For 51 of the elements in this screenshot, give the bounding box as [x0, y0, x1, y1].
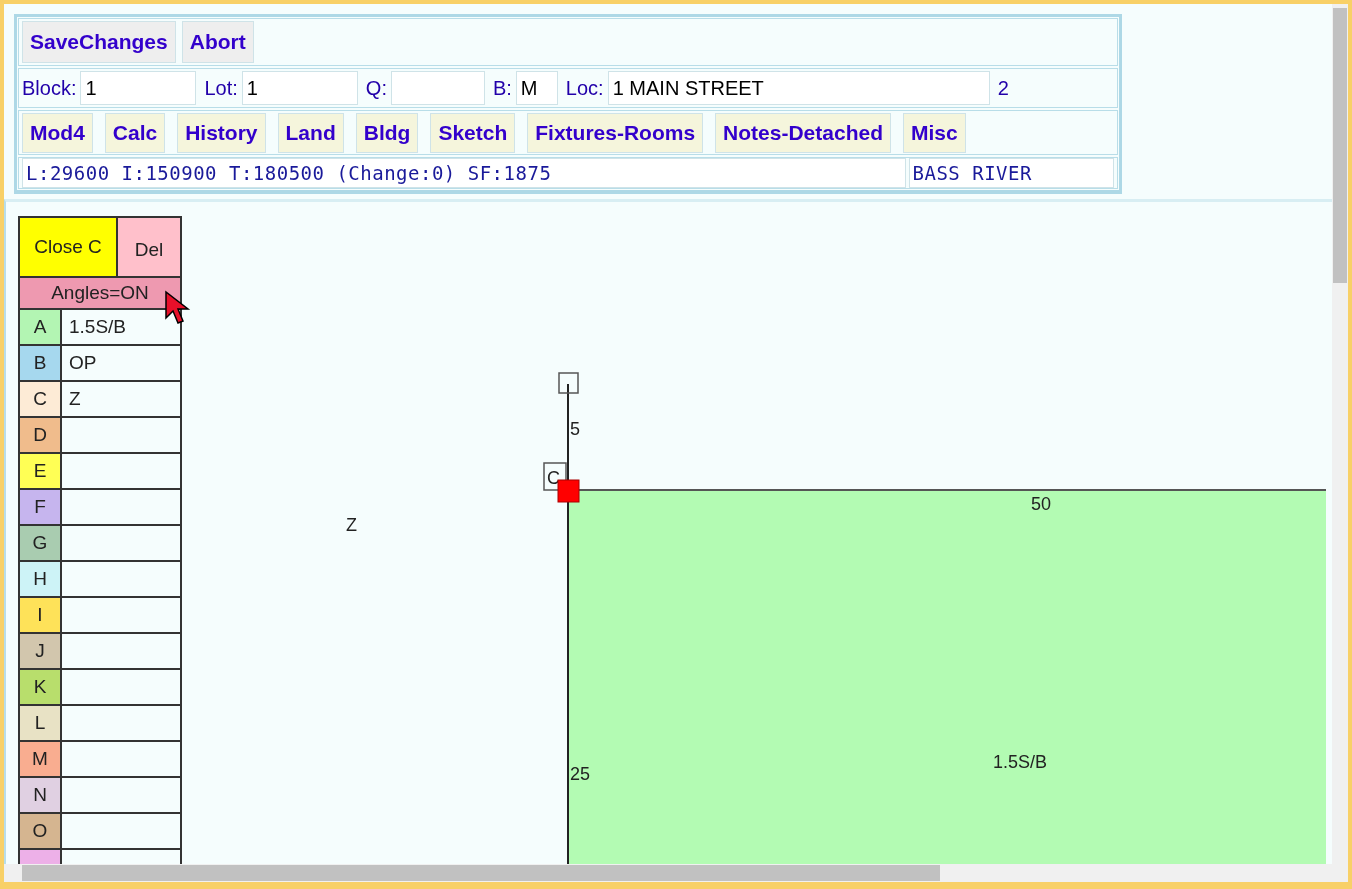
area-name: BASS RIVER: [908, 158, 1114, 188]
area-label: Z: [346, 515, 357, 535]
area-letter[interactable]: M: [20, 742, 62, 776]
input-field[interactable]: M: [515, 71, 558, 105]
area-letter[interactable]: B: [20, 346, 62, 380]
nav-button[interactable]: Fixtures-Rooms: [527, 112, 704, 153]
area-letter[interactable]: N: [20, 778, 62, 812]
field-label: Q:: [365, 76, 387, 100]
current-vertex[interactable]: [557, 479, 580, 503]
dimension-label: 50: [1031, 494, 1052, 514]
horizontal-scrollbar[interactable]: [4, 864, 1348, 882]
vertical-scrollbar[interactable]: [1332, 4, 1348, 864]
area-letter[interactable]: F: [20, 490, 62, 524]
nav-button[interactable]: History: [177, 112, 266, 153]
input-field[interactable]: 1 MAIN STREET: [607, 71, 990, 105]
toolbar-button[interactable]: Abort: [181, 21, 254, 63]
area-letter[interactable]: O: [20, 814, 62, 848]
input-field[interactable]: 1: [80, 71, 197, 105]
delete-button[interactable]: Del: [117, 217, 181, 277]
area-letter[interactable]: D: [20, 418, 62, 452]
area-letter[interactable]: C: [20, 382, 62, 416]
angles-toggle[interactable]: Angles=ON: [19, 277, 181, 309]
dimension-label: 25: [570, 764, 591, 784]
area-letter[interactable]: I: [20, 598, 62, 632]
area-letter[interactable]: H: [20, 562, 62, 596]
nav-button[interactable]: Notes-Detached: [715, 112, 891, 153]
field-label: Loc:: [565, 76, 604, 100]
field-label: Block:: [22, 76, 77, 100]
nav-button[interactable]: Land: [277, 112, 344, 153]
dimension-label: 5: [570, 419, 580, 439]
area-label: 1.5S/B: [993, 752, 1048, 772]
field-label: Lot:: [204, 76, 238, 100]
area-letter[interactable]: L: [20, 706, 62, 740]
input-field[interactable]: [390, 71, 485, 105]
nav-button[interactable]: Sketch: [430, 112, 516, 153]
nav-button[interactable]: Mod4: [22, 112, 93, 153]
area-letter[interactable]: A: [20, 310, 62, 344]
input-field[interactable]: 1: [241, 71, 358, 105]
vertex-handle[interactable]: [558, 372, 579, 394]
count-text: 2: [997, 76, 1009, 100]
nav-button[interactable]: Calc: [104, 112, 166, 153]
nav-button[interactable]: Bldg: [355, 112, 419, 153]
field-label: B:: [492, 76, 512, 100]
nav-button[interactable]: Misc: [903, 112, 966, 153]
area-letter[interactable]: K: [20, 670, 62, 704]
area-letter[interactable]: J: [20, 634, 62, 668]
area-letter[interactable]: E: [20, 454, 62, 488]
value-summary: L:29600 I:150900 T:180500 (Change:0) SF:1875: [22, 158, 906, 188]
area-letter[interactable]: G: [20, 526, 62, 560]
close-button[interactable]: Close C: [19, 217, 117, 277]
toolbar-button[interactable]: SaveChanges: [22, 21, 176, 63]
